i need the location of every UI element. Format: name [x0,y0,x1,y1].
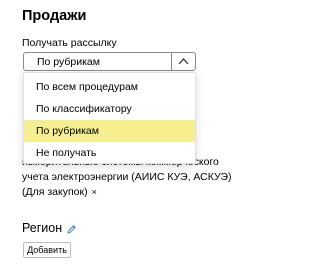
region-label: Регион [22,221,63,235]
dropdown-option-none[interactable]: Не получать [24,142,195,164]
mailing-select[interactable]: По рубрикам [23,52,196,71]
chevron-up-icon[interactable] [171,53,195,70]
dropdown-option-all[interactable]: По всем процедурам [24,76,195,98]
dropdown-option-rubrics[interactable]: По рубрикам [24,120,195,142]
mailing-label: Получать рассылку [22,37,117,49]
mailing-dropdown: По всем процедурам По классификатору По … [23,72,196,164]
pencil-icon[interactable] [66,222,77,240]
add-region-button[interactable]: Добавить [23,242,71,258]
dropdown-option-classifier[interactable]: По классификатору [24,98,195,120]
remove-rubric-icon[interactable]: × [92,187,97,197]
mailing-select-value: По рубрикам [37,56,100,68]
section-title: Продажи [22,8,87,24]
